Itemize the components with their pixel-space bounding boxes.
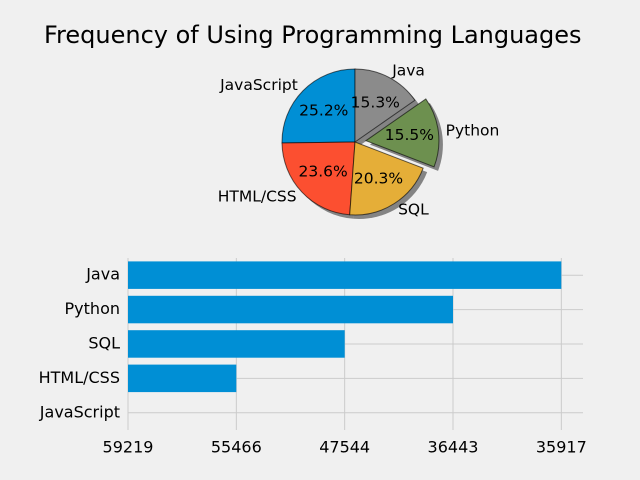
pie-percent-label-python: 15.5% xyxy=(385,126,434,144)
y-tick-label-java: Java xyxy=(85,265,120,284)
bar-chart: JavaScript HTML/CSS SQL Python Java 59219 5546… xyxy=(39,258,587,457)
x-tick-label: 59219 xyxy=(103,438,154,457)
x-tick-label: 55466 xyxy=(211,438,262,457)
pie-percent-label-sql: 20.3% xyxy=(354,170,403,188)
y-tick-label-python: Python xyxy=(65,299,120,318)
bar-java xyxy=(128,261,562,289)
chart-figure: Frequency of Using Programming Languages… xyxy=(39,21,587,457)
pie-category-label-javascript: JavaScript xyxy=(219,76,298,94)
pie-category-label-java: Java xyxy=(391,61,425,79)
y-tick-label-html-css: HTML/CSS xyxy=(39,368,120,387)
x-tick-label: 35917 xyxy=(536,438,587,457)
pie-category-label-sql: SQL xyxy=(398,200,429,218)
pie-chart-title: Frequency of Using Programming Languages xyxy=(44,21,582,49)
pie-percent-label-javascript: 25.2% xyxy=(299,102,348,120)
pie-chart: 25.2%JavaScript 23.6%HTML/CSS 20.3% SQL 15.5… xyxy=(218,61,500,220)
pie-category-label-python: Python xyxy=(446,122,500,140)
x-tick-label: 47544 xyxy=(319,438,370,457)
bar-sql xyxy=(128,330,345,358)
pie-percent-label-html-css: 23.6% xyxy=(298,163,347,181)
pie-category-label-html-css: HTML/CSS xyxy=(218,188,297,206)
bar-html-css xyxy=(128,364,237,393)
pie-percent-label-java: 15.3% xyxy=(351,94,400,112)
bar-python xyxy=(128,295,453,324)
y-tick-label-javascript: JavaScript xyxy=(39,402,120,421)
y-tick-label-sql: SQL xyxy=(88,334,120,353)
x-tick-label: 36443 xyxy=(428,438,479,457)
